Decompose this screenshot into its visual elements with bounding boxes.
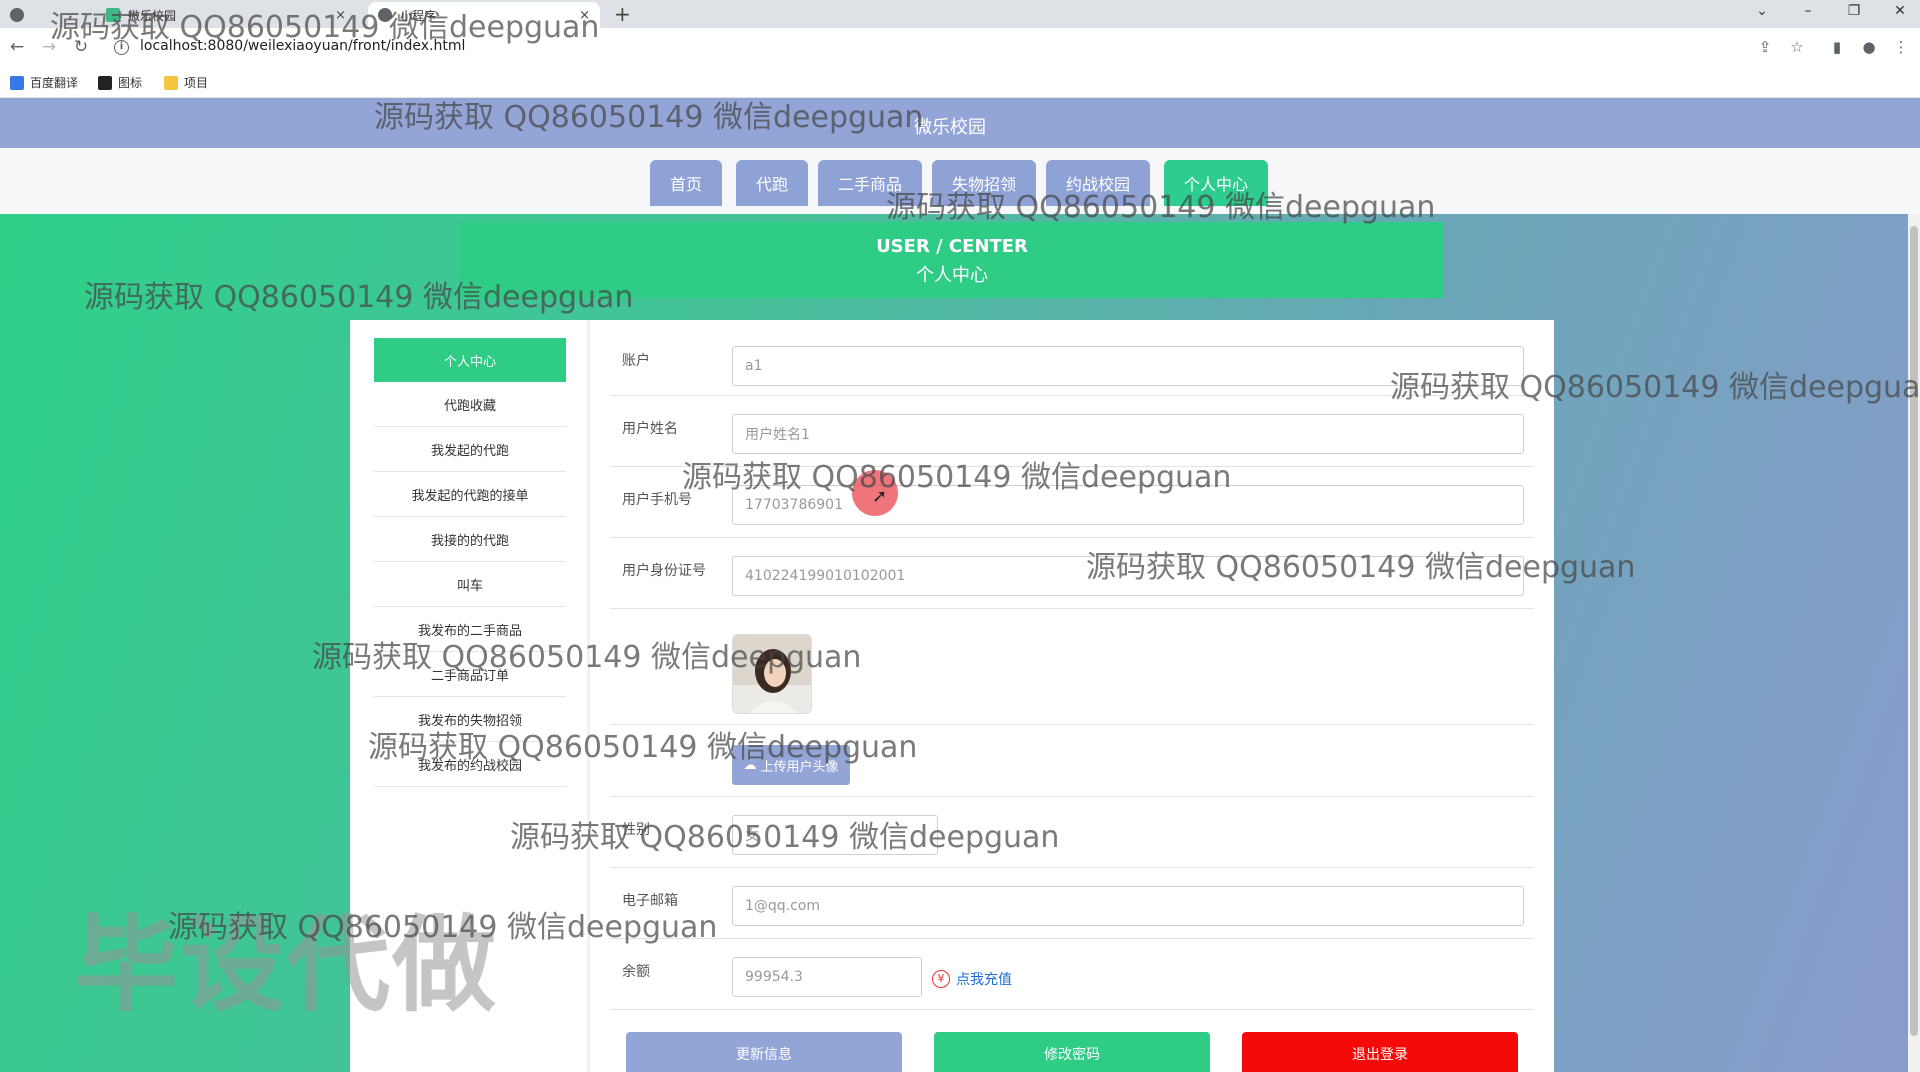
upload-avatar-button[interactable]: ☁ 上传用户头像: [732, 745, 850, 785]
image-icon: [98, 75, 112, 90]
sidebar-item-my-goods[interactable]: 我发布的二手商品: [374, 607, 566, 652]
avatar: [732, 634, 812, 714]
avatar-photo: [733, 635, 811, 713]
translate-icon: [10, 75, 24, 90]
sidebar-item-my-matches[interactable]: 我发布的约战校园: [374, 742, 566, 787]
phone-input[interactable]: 17703786901: [732, 485, 1524, 525]
gender-row: 性别 女: [610, 797, 1534, 868]
gender-select[interactable]: 女: [732, 815, 938, 855]
tab-search-icon[interactable]: ⌄: [1742, 0, 1782, 22]
update-info-button[interactable]: 更新信息: [626, 1032, 902, 1072]
sidebar-item-errand-orders[interactable]: 我发起的代跑的接单: [374, 472, 566, 517]
vue-icon: [106, 8, 120, 22]
close-window-icon[interactable]: ✕: [1880, 0, 1920, 22]
sidebar-item-errand-favorites[interactable]: 代跑收藏: [374, 382, 566, 427]
back-icon[interactable]: ←: [6, 36, 28, 58]
star-icon[interactable]: ☆: [1786, 36, 1808, 58]
yen-icon: ¥: [932, 970, 950, 988]
balance-row: 余额 99954.3: [610, 939, 1534, 1010]
phone-row: 用户手机号 17703786901: [610, 467, 1534, 538]
sidebar-item-goods-orders[interactable]: 二手商品订单: [374, 652, 566, 697]
mouse-cursor-icon: ➚: [872, 486, 888, 507]
sidebar-item-accepted-errands[interactable]: 我接的的代跑: [374, 517, 566, 562]
email-input[interactable]: 1@qq.com: [732, 886, 1524, 926]
bookmark-item[interactable]: 项目: [164, 74, 208, 91]
id-card-label: 用户身份证号: [622, 563, 706, 579]
gender-label: 性别: [622, 822, 650, 838]
side-panel-icon[interactable]: ▮: [1826, 36, 1848, 58]
phone-label: 用户手机号: [622, 492, 692, 508]
watermark-big: 毕设代做: [74, 904, 499, 1026]
main-nav: 首页 代跑 二手商品 失物招领 约战校园 个人中心: [0, 148, 1920, 214]
bookmarks-bar: 百度翻译 图标 项目: [0, 68, 1920, 98]
nav-match[interactable]: 约战校园: [1046, 160, 1150, 206]
site-header: 微乐校园: [0, 98, 1920, 148]
restore-icon[interactable]: ❐: [1834, 0, 1874, 22]
minimize-icon[interactable]: –: [1788, 0, 1828, 22]
scrollbar-thumb[interactable]: [1910, 226, 1918, 1036]
nav-errand[interactable]: 代跑: [736, 160, 808, 206]
banner-title-zh: 个人中心: [916, 265, 988, 286]
browser-tab[interactable]: 微乐校园 ×: [96, 2, 356, 28]
share-icon[interactable]: ⇪: [1754, 36, 1776, 58]
upload-avatar-label: 上传用户头像: [760, 759, 839, 775]
page-scrollbar[interactable]: [1908, 214, 1920, 1072]
account-input[interactable]: a1: [732, 346, 1524, 386]
id-card-input[interactable]: 410224199010102001: [732, 556, 1524, 596]
folder-icon: [164, 75, 178, 90]
browser-tab-bar: 微乐校园 × 小程序 × + ⌄ – ❐ ✕: [0, 0, 1920, 28]
reload-icon[interactable]: ↻: [70, 36, 92, 58]
menu-icon[interactable]: ⋮: [1890, 36, 1912, 58]
browser-tab-active[interactable]: 小程序 ×: [368, 2, 600, 28]
globe-icon: [10, 8, 24, 22]
sidebar-item-my-errands[interactable]: 我发起的代跑: [374, 427, 566, 472]
url-field[interactable]: localhost:8080/weilexiaoyuan/front/index…: [140, 38, 465, 54]
account-row: 账户 a1: [610, 338, 1534, 396]
forward-icon[interactable]: →: [38, 36, 60, 58]
bookmark-label: 项目: [184, 76, 209, 90]
change-password-button[interactable]: 修改密码: [934, 1032, 1210, 1072]
site-title: 微乐校园: [914, 117, 986, 138]
recharge-link[interactable]: ¥ 点我充值: [932, 969, 1012, 989]
bookmark-item[interactable]: 百度翻译: [10, 74, 78, 91]
name-label: 用户姓名: [622, 421, 678, 437]
banner-title-en: USER / CENTER: [876, 236, 1028, 257]
balance-input[interactable]: 99954.3: [732, 957, 922, 997]
recharge-label: 点我充值: [956, 972, 1012, 988]
nav-home[interactable]: 首页: [650, 160, 722, 206]
tab-title: 微乐校园: [128, 8, 177, 23]
tab-title: 小程序: [400, 8, 437, 23]
page-banner: USER / CENTER 个人中心: [460, 222, 1444, 298]
site-info-icon[interactable]: i: [114, 40, 129, 55]
browser-tab[interactable]: [0, 2, 44, 28]
logout-button[interactable]: 退出登录: [1242, 1032, 1518, 1072]
account-label: 账户: [622, 353, 650, 369]
sidebar-item-user-center[interactable]: 个人中心: [374, 338, 566, 382]
cloud-upload-icon: ☁: [743, 757, 757, 773]
nav-user-center[interactable]: 个人中心: [1164, 160, 1268, 206]
id-card-row: 用户身份证号 410224199010102001: [610, 538, 1534, 609]
nav-lost-found[interactable]: 失物招领: [932, 160, 1036, 206]
close-tab-icon[interactable]: ×: [335, 8, 346, 23]
email-row: 电子邮箱 1@qq.com: [610, 868, 1534, 939]
bookmark-item[interactable]: 图标: [98, 74, 142, 91]
address-bar: ← → ↻ i localhost:8080/weilexiaoyuan/fro…: [0, 28, 1920, 68]
nav-second-hand[interactable]: 二手商品: [818, 160, 922, 206]
name-row: 用户姓名 用户姓名1: [610, 396, 1534, 467]
sidebar-item-my-lost-found[interactable]: 我发布的失物招领: [374, 697, 566, 742]
email-label: 电子邮箱: [622, 893, 678, 909]
bookmark-label: 图标: [118, 76, 143, 90]
bookmark-label: 百度翻译: [30, 76, 79, 90]
new-tab-button[interactable]: +: [614, 2, 631, 26]
user-center-panel: 个人中心 代跑收藏 我发起的代跑 我发起的代跑的接单 我接的的代跑 叫车 我发布…: [350, 320, 1554, 1072]
name-input[interactable]: 用户姓名1: [732, 414, 1524, 454]
close-tab-icon[interactable]: ×: [579, 8, 590, 23]
sidebar-item-call-car[interactable]: 叫车: [374, 562, 566, 607]
globe-icon: [378, 8, 392, 22]
balance-label: 余额: [622, 964, 650, 980]
profile-icon[interactable]: ●: [1858, 36, 1880, 58]
